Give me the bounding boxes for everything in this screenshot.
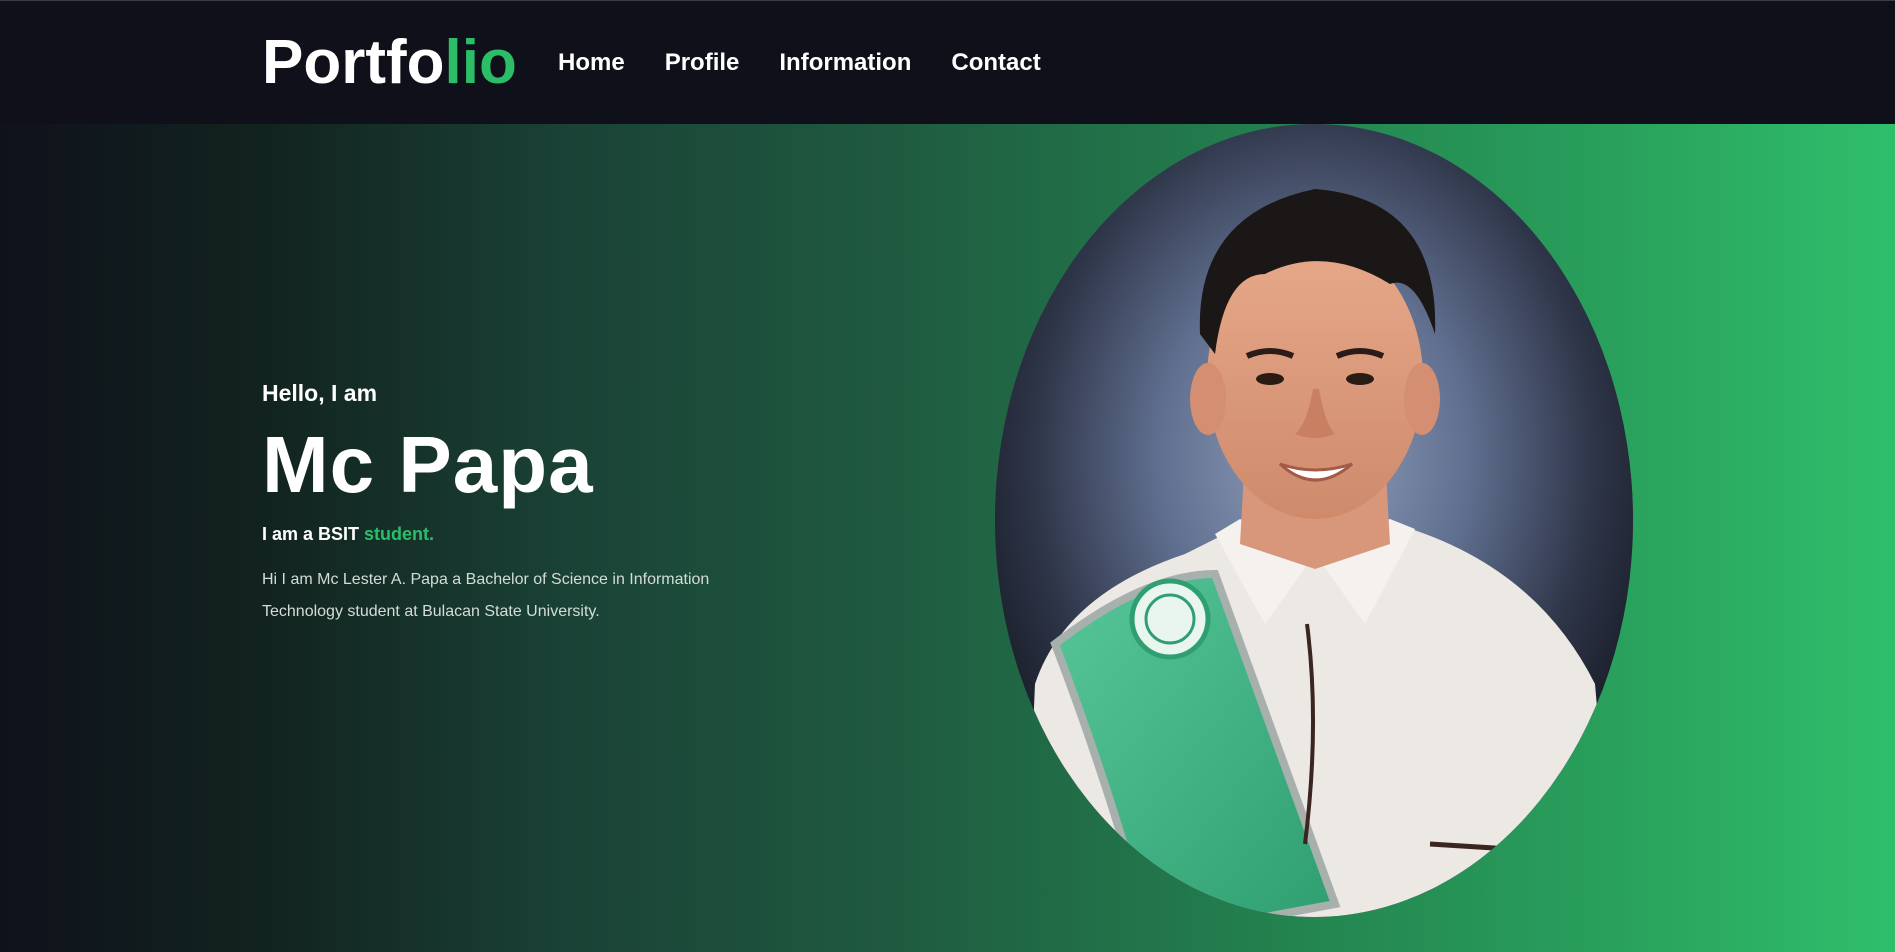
profile-photo [995,124,1633,917]
logo-main-text: Portfo [262,28,445,97]
profile-photo-illustration [995,124,1633,917]
hero-role-prefix: I am a BSIT [262,524,365,544]
nav-link-profile[interactable]: Profile [665,48,740,78]
nav-links: Home Profile Information Contact [558,48,1041,78]
nav-link-home[interactable]: Home [558,48,625,78]
portfolio-page: Portfolio Home Profile Information Conta… [0,0,1895,952]
hero-name: Mc Papa [262,420,594,509]
nav-link-contact[interactable]: Contact [951,48,1040,78]
hero-greeting: Hello, I am [262,380,378,406]
hero-bio: Hi I am Mc Lester A. Papa a Bachelor of … [262,571,710,620]
logo-accent-text: lio [444,28,517,97]
hero-role-accent: student. [364,524,435,544]
hero-role: I am a BSIT student. [262,522,762,546]
nav-link-information[interactable]: Information [779,48,911,78]
site-logo[interactable]: Portfolio [262,27,517,99]
hero-text: Hello, I am Mc Papa I am a BSIT student.… [262,378,762,628]
navbar: Portfolio Home Profile Information Conta… [0,0,1895,124]
hero-section: Hello, I am Mc Papa I am a BSIT student.… [0,124,1895,952]
